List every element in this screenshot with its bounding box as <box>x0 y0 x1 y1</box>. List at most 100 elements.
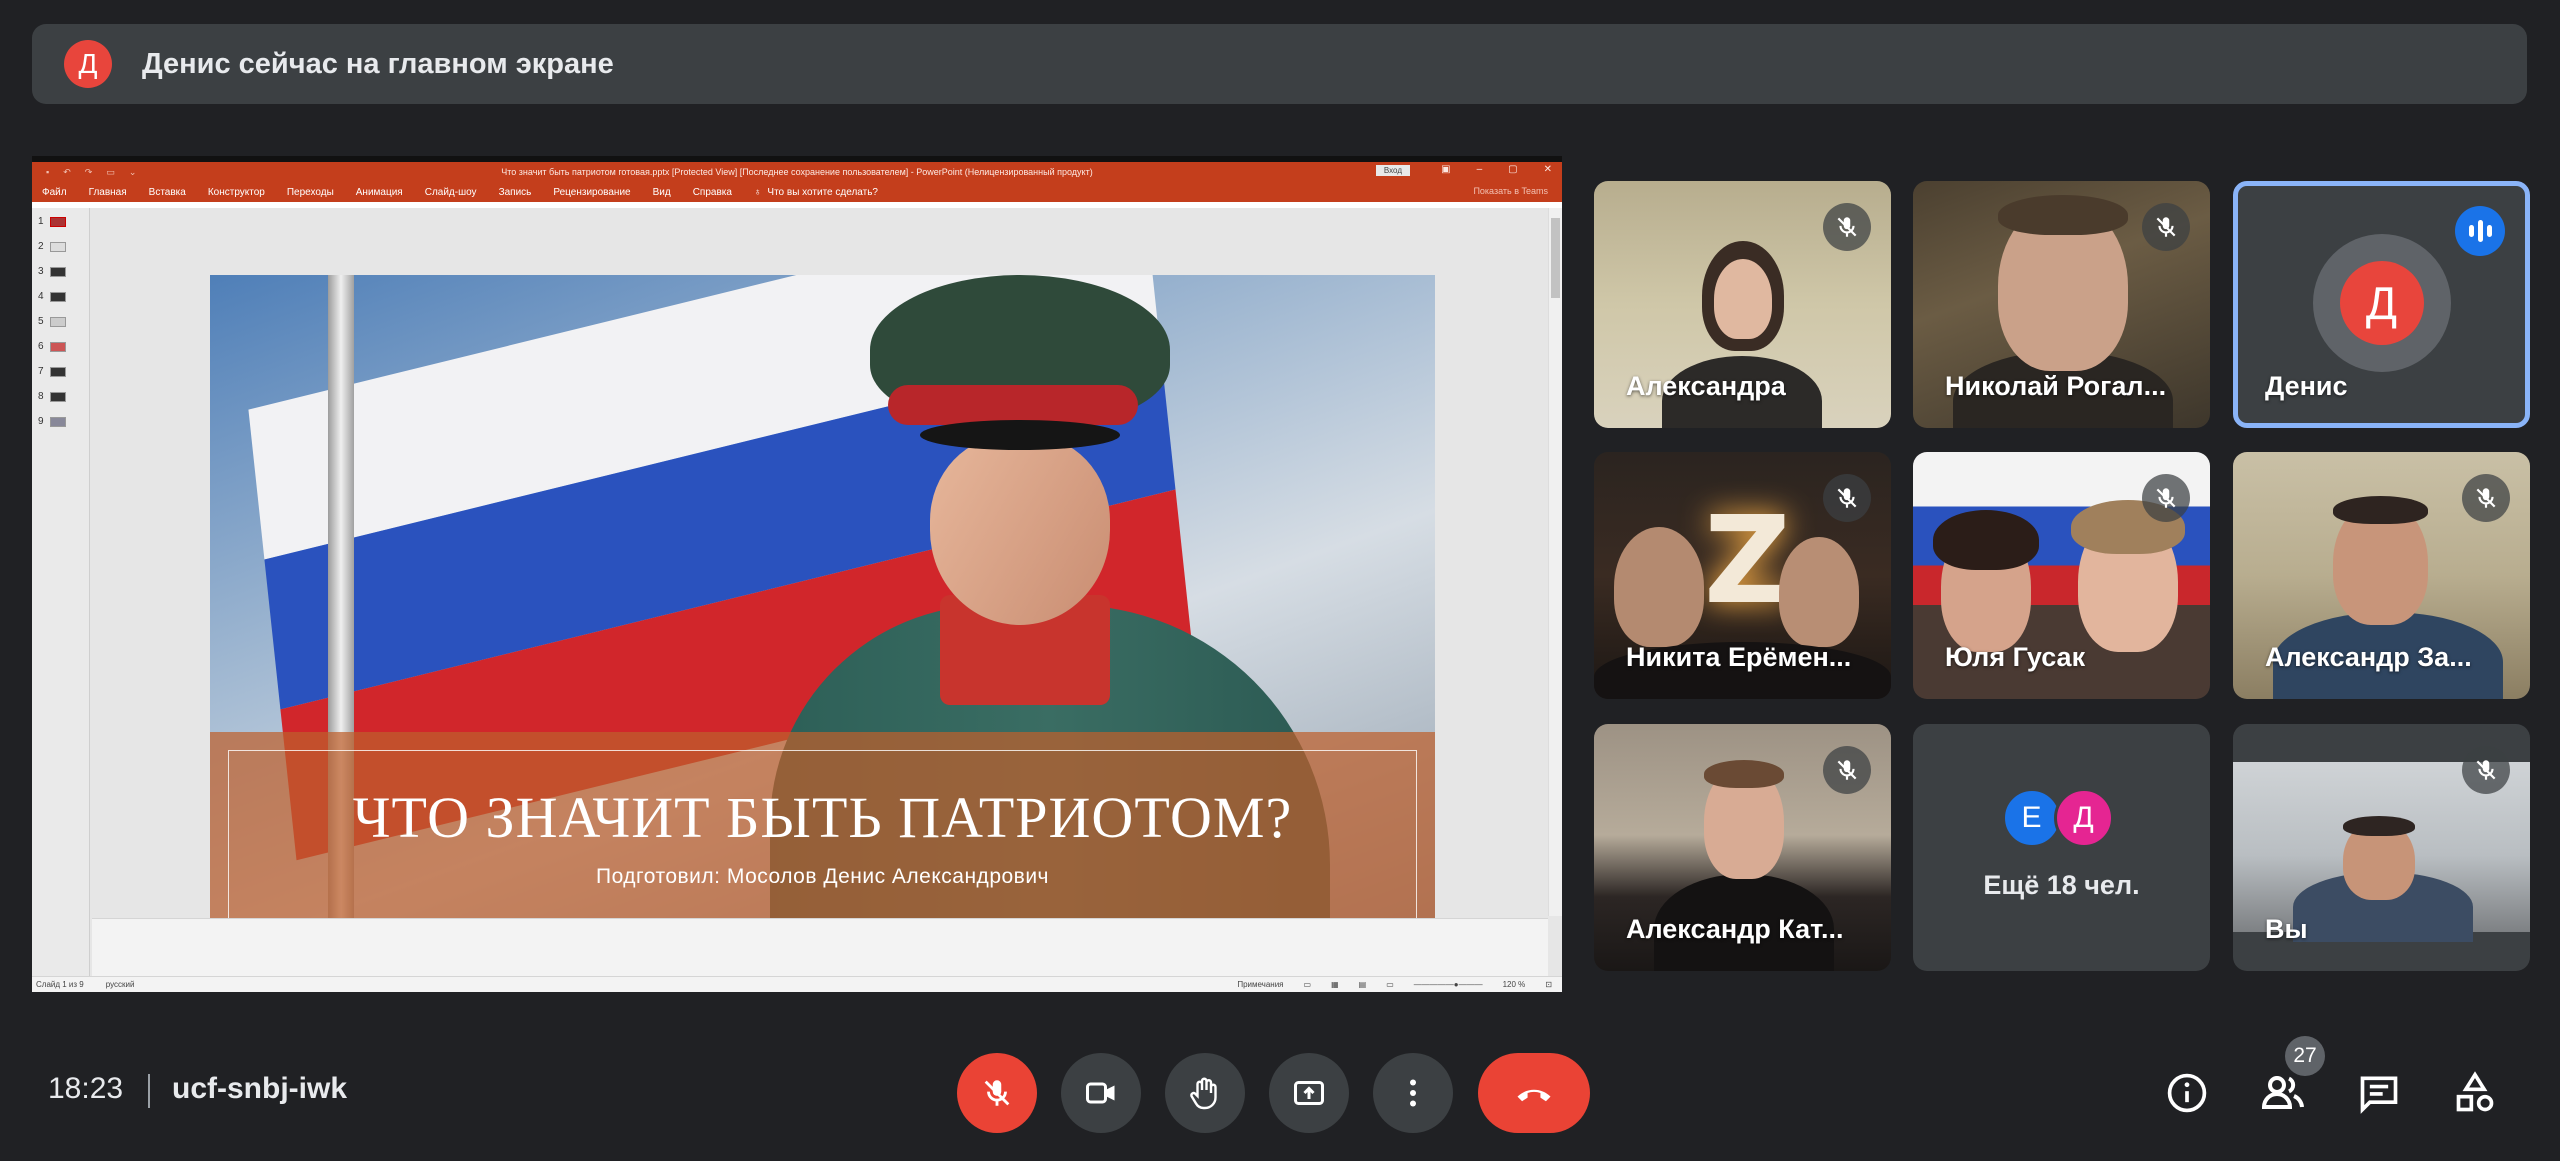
slide-thumbnail[interactable]: 1 <box>38 216 66 227</box>
mic-off-icon <box>2462 474 2510 522</box>
participant-tile[interactable]: Николай Рогал... <box>1913 181 2210 428</box>
speaking-indicator-icon <box>2455 206 2505 256</box>
present-screen-button[interactable] <box>1269 1053 1349 1133</box>
participant-name: Юля Гусак <box>1945 642 2086 672</box>
participant-name: Никита Ерёмен... <box>1626 642 1852 672</box>
reading-view-icon[interactable]: ▤ <box>1359 980 1367 989</box>
more-options-button[interactable] <box>1373 1053 1453 1133</box>
slide-thumbnail[interactable]: 8 <box>38 391 66 402</box>
more-participants-avatars: Е Д <box>2001 788 2122 848</box>
scrollbar-thumb[interactable] <box>1551 218 1560 298</box>
slide-subtitle: Подготовил: Мосолов Денис Александрович <box>595 865 1049 888</box>
slide-thumbnail[interactable]: 7 <box>38 366 66 377</box>
mic-off-icon <box>2142 203 2190 251</box>
more-vert-icon <box>1410 1079 1416 1107</box>
participant-name: Александр Кат... <box>1626 914 1844 944</box>
participant-name: Александра <box>1626 371 1786 401</box>
mic-off-icon <box>1823 203 1871 251</box>
leave-call-button[interactable] <box>1478 1053 1590 1133</box>
ppt-share-teams[interactable]: Показать в Teams <box>1473 186 1548 196</box>
zoom-slider[interactable]: —————●——— <box>1414 980 1483 989</box>
participant-tile-active-speaker[interactable]: Д Денис <box>2233 181 2530 428</box>
ppt-workspace: 1 2 3 4 5 6 7 8 9 ЧТО ЗНАЧИТ БЫТЬ ПАТРИО… <box>32 208 1562 976</box>
chat-button[interactable] <box>2354 1068 2404 1118</box>
presenter-avatar: Д <box>64 40 112 88</box>
maximize-icon[interactable]: ▢ <box>1508 164 1517 175</box>
meeting-details-button[interactable] <box>2162 1068 2212 1118</box>
minimize-icon[interactable]: – <box>1477 164 1483 175</box>
ribbon-tab[interactable]: Файл <box>42 187 67 198</box>
slide-thumbnail[interactable]: 4 <box>38 291 66 302</box>
divider <box>148 1074 150 1108</box>
ppt-vertical-scrollbar[interactable] <box>1548 208 1562 916</box>
mic-off-icon <box>2142 474 2190 522</box>
status-language[interactable]: русский <box>106 980 135 989</box>
slide-thumbnail[interactable]: 2 <box>38 241 66 252</box>
tell-me-input[interactable]: Что вы хотите сделать? <box>767 187 878 198</box>
participant-tile[interactable]: Z Никита Ерёмен... <box>1594 452 1891 699</box>
normal-view-icon[interactable]: ▭ <box>1304 980 1312 989</box>
ribbon-tab[interactable]: Запись <box>499 187 532 198</box>
ribbon-display-icon[interactable]: ▣ <box>1441 164 1450 175</box>
avatar-ring: Д <box>2312 234 2451 372</box>
participant-tile[interactable]: Александр Кат... <box>1594 724 1891 971</box>
mic-off-icon <box>2462 746 2510 794</box>
raise-hand-icon <box>1190 1077 1217 1110</box>
participants-count-badge: 27 <box>2285 1036 2325 1076</box>
ribbon-tab[interactable]: Переходы <box>287 187 334 198</box>
participant-tile[interactable]: Александр За... <box>2233 452 2530 699</box>
mic-off-icon <box>1823 746 1871 794</box>
participant-name: Денис <box>2265 371 2348 401</box>
ribbon-tab[interactable]: Вставка <box>149 187 186 198</box>
more-participants-tile[interactable]: Е Д Ещё 18 чел. <box>1913 724 2210 971</box>
participant-tile[interactable]: Юля Гусак <box>1913 452 2210 699</box>
chat-icon <box>2360 1076 2398 1114</box>
present-screen-icon <box>1294 1081 1324 1105</box>
activities-icon <box>2456 1071 2494 1112</box>
camera-icon <box>1086 1082 1115 1104</box>
call-end-icon <box>1517 1089 1551 1102</box>
info-icon <box>2167 1073 2207 1113</box>
mic-toggle-button[interactable] <box>957 1053 1037 1133</box>
close-icon[interactable]: ✕ <box>1544 164 1552 175</box>
slide-thumbnail[interactable]: 9 <box>38 416 66 427</box>
fit-slide-icon[interactable]: ⊡ <box>1545 980 1552 989</box>
sorter-view-icon[interactable]: ▦ <box>1331 980 1339 989</box>
ribbon-tab[interactable]: Главная <box>89 187 127 198</box>
ppt-status-bar: Слайд 1 из 9 русский Примечания ▭ ▦ ▤ ▭ … <box>32 976 1562 992</box>
slide-thumbnail[interactable]: 5 <box>38 316 66 327</box>
activities-button[interactable] <box>2450 1068 2500 1118</box>
participant-tile[interactable]: Александра <box>1594 181 1891 428</box>
raise-hand-button[interactable] <box>1165 1053 1245 1133</box>
participant-name: Николай Рогал... <box>1945 371 2167 401</box>
avatar: Е <box>2001 788 2062 848</box>
participant-name: Вы <box>2265 914 2308 944</box>
participant-name: Александр За... <box>2265 642 2472 672</box>
status-slide-counter: Слайд 1 из 9 <box>36 980 84 989</box>
slide-title: ЧТО ЗНАЧИТ БЫТЬ ПАТРИОТОМ? <box>352 785 1293 850</box>
slideshow-view-icon[interactable]: ▭ <box>1386 980 1394 989</box>
slide-canvas[interactable]: ЧТО ЗНАЧИТ БЫТЬ ПАТРИОТОМ? Подготовил: М… <box>210 275 1435 965</box>
ribbon-tab[interactable]: Вид <box>653 187 671 198</box>
self-view-tile[interactable]: Вы <box>2233 724 2530 971</box>
ppt-window-controls: ▣ – ▢ ✕ <box>1441 164 1552 175</box>
ribbon-tab[interactable]: Анимация <box>356 187 403 198</box>
meeting-clock: 18:23 <box>48 1072 124 1105</box>
ppt-document-title: Что значит быть патриотом готовая.pptx [… <box>501 167 1093 177</box>
avatar: Д <box>2339 261 2424 345</box>
camera-toggle-button[interactable] <box>1061 1053 1141 1133</box>
more-participants-label: Ещё 18 чел. <box>1983 870 2140 900</box>
slide-thumbnail[interactable]: 3 <box>38 266 66 277</box>
ppt-notes-pane[interactable] <box>92 918 1548 976</box>
ribbon-tab[interactable]: Рецензирование <box>553 187 630 198</box>
status-notes-button[interactable]: Примечания <box>1237 980 1283 989</box>
ribbon-tab[interactable]: Справка <box>693 187 732 198</box>
meeting-code: ucf-snbj-iwk <box>172 1072 348 1105</box>
ppt-signin-button[interactable]: Вход <box>1375 165 1410 176</box>
shared-screen[interactable]: ▪ ↶ ↷ ▭ ⌄ Что значит быть патриотом гото… <box>32 156 1562 992</box>
ribbon-tab[interactable]: Конструктор <box>208 187 265 198</box>
status-zoom[interactable]: 120 % <box>1503 980 1526 989</box>
z-symbol-image: Z <box>1704 492 1792 631</box>
slide-thumbnail[interactable]: 6 <box>38 341 66 352</box>
ribbon-tab[interactable]: Слайд-шоу <box>425 187 477 198</box>
